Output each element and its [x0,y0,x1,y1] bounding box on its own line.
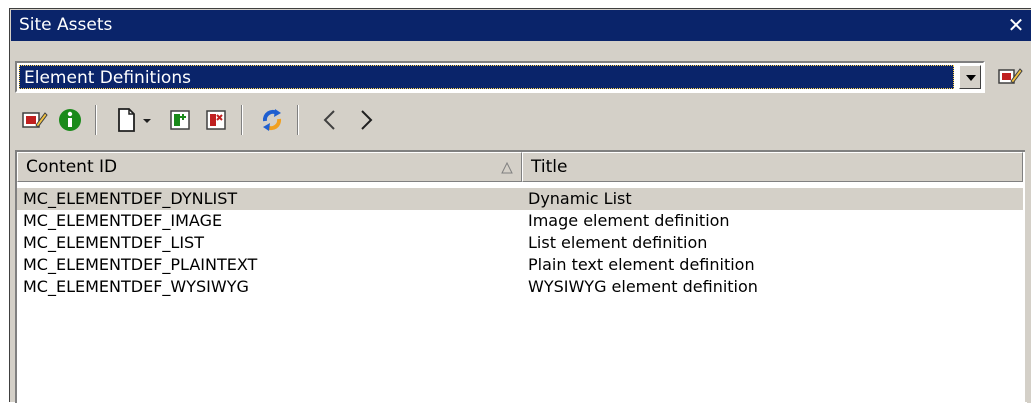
title-cell: WYSIWYG element definition [528,277,758,296]
new-document-button[interactable] [111,105,141,135]
title-cell: List element definition [528,233,708,252]
content-id-cell: MC_ELEMENTDEF_WYSIWYG [23,277,249,296]
chevron-down-icon[interactable] [959,65,981,89]
edit-properties-icon [998,68,1023,84]
asset-type-select[interactable]: Element Definitions [15,61,985,93]
content-list[interactable]: Content ID Title MC_ELEMENTDEF_DYNLIST D… [15,150,1025,403]
back-icon [323,110,335,130]
panel-right-edge [1027,41,1031,403]
asset-type-row: Element Definitions [15,61,1025,93]
column-header-title[interactable]: Title [522,152,1023,182]
title-cell: Plain text element definition [528,255,755,274]
content-id-cell: MC_ELEMENTDEF_DYNLIST [23,189,238,208]
column-header-label: Content ID [26,157,118,177]
toolbar-separator [241,105,243,135]
column-header-label: Title [531,157,568,177]
toolbar-separator [297,105,299,135]
check-out-icon [206,110,226,130]
site-assets-panel: Site Assets ✕ Element Definitions Conten… [9,8,1031,403]
properties-button[interactable] [19,105,49,135]
panel-title: Site Assets [19,15,113,35]
title-bar: Site Assets ✕ [11,10,1031,41]
edit-properties-button[interactable] [997,65,1023,89]
info-icon [59,109,81,131]
content-id-cell: MC_ELEMENTDEF_IMAGE [23,211,223,230]
refresh-icon [262,109,282,131]
forward-icon [361,110,373,130]
check-in-button[interactable] [165,105,195,135]
list-item[interactable]: MC_ELEMENTDEF_WYSIWYG WYSIWYG element de… [17,276,1023,298]
close-icon[interactable]: ✕ [1005,13,1027,37]
list-item[interactable]: MC_ELEMENTDEF_PLAINTEXT Plain text eleme… [17,254,1023,276]
asset-type-selected-value: Element Definitions [19,65,954,89]
toolbar [15,101,1025,139]
new-document-menu-button[interactable] [139,105,155,135]
back-button[interactable] [315,105,345,135]
title-cell: Dynamic List [528,189,632,208]
check-in-icon [170,110,190,130]
check-out-button[interactable] [201,105,231,135]
list-item[interactable]: MC_ELEMENTDEF_LIST List element definiti… [17,232,1023,254]
list-item[interactable]: MC_ELEMENTDEF_DYNLIST Dynamic List [17,188,1023,210]
info-button[interactable] [55,105,85,135]
toolbar-separator [95,105,97,135]
refresh-button[interactable] [257,105,287,135]
title-cell: Image element definition [528,211,730,230]
new-document-icon [118,108,135,132]
content-id-cell: MC_ELEMENTDEF_LIST [23,233,204,252]
forward-button[interactable] [351,105,381,135]
list-item[interactable]: MC_ELEMENTDEF_IMAGE Image element defini… [17,210,1023,232]
sort-ascending-icon [501,162,513,174]
column-header-content-id[interactable]: Content ID [17,152,522,182]
properties-icon [22,112,48,128]
content-id-cell: MC_ELEMENTDEF_PLAINTEXT [23,255,258,274]
dropdown-arrow-icon [143,119,151,123]
